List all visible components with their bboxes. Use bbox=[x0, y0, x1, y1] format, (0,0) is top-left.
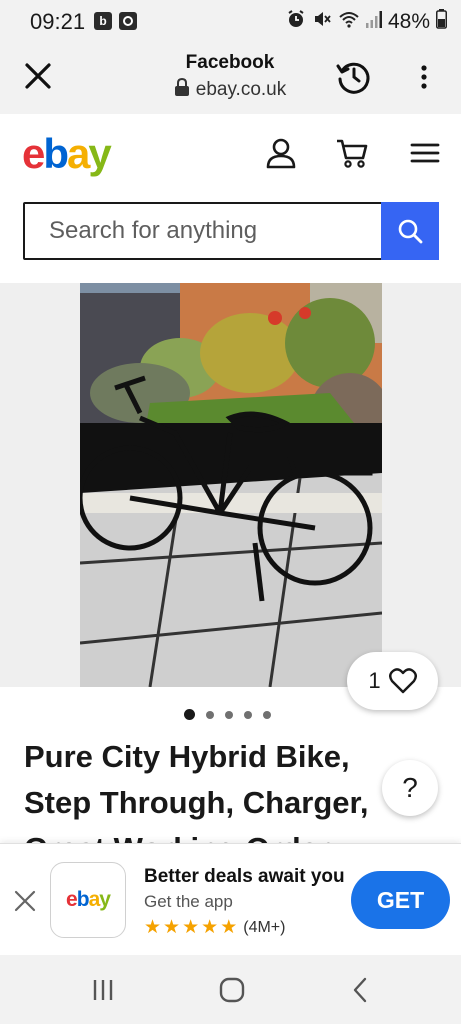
notification-b-icon: b bbox=[94, 12, 112, 30]
logo-letter-b: b bbox=[43, 130, 69, 177]
banner-close-button[interactable] bbox=[14, 890, 36, 912]
account-button[interactable] bbox=[264, 136, 298, 170]
site-header: ebay bbox=[0, 114, 461, 194]
app-logo-letter-y: y bbox=[99, 888, 111, 911]
status-time: 09:21 bbox=[30, 9, 86, 34]
banner-subtitle: Get the app bbox=[144, 892, 233, 911]
app-logo-letter-e: e bbox=[66, 888, 78, 911]
watch-count: 1 bbox=[368, 668, 381, 693]
browser-menu-button[interactable] bbox=[412, 62, 436, 92]
battery-percentage: 48% bbox=[387, 9, 430, 33]
cart-button[interactable] bbox=[335, 136, 369, 170]
battery-icon bbox=[436, 9, 447, 34]
alarm-icon bbox=[286, 9, 306, 34]
more-vertical-icon bbox=[421, 65, 427, 89]
history-button[interactable] bbox=[335, 58, 373, 96]
gallery-dot[interactable] bbox=[206, 710, 214, 719]
signal-icon bbox=[365, 10, 382, 33]
notification-camera-icon bbox=[119, 12, 137, 30]
browser-domain: ebay.co.uk bbox=[195, 78, 287, 100]
star-icon: ★ bbox=[144, 917, 162, 938]
star-icon: ★ bbox=[220, 917, 238, 938]
app-icon: ebay bbox=[50, 862, 126, 938]
search-button[interactable] bbox=[381, 202, 439, 260]
app-install-banner: ebay Better deals await you Get the app … bbox=[0, 843, 461, 955]
item-photo[interactable] bbox=[80, 283, 382, 687]
star-icon: ★ bbox=[201, 917, 219, 938]
item-title-line: Step Through, Charger, bbox=[24, 785, 369, 820]
system-navigation-bar bbox=[0, 955, 461, 1024]
logo-letter-e: e bbox=[22, 130, 45, 177]
star-icon: ★ bbox=[182, 917, 200, 938]
browser-toolbar: Facebook ebay.co.uk bbox=[0, 44, 461, 114]
search-input[interactable] bbox=[25, 204, 381, 258]
lock-icon bbox=[174, 77, 190, 102]
close-tab-button[interactable] bbox=[22, 60, 54, 92]
gallery-dot[interactable] bbox=[263, 710, 271, 719]
close-icon bbox=[25, 63, 51, 89]
cart-icon bbox=[337, 139, 368, 168]
logo-letter-a: a bbox=[67, 130, 90, 177]
recent-apps-button[interactable] bbox=[88, 975, 118, 1005]
search-bar bbox=[23, 202, 439, 260]
item-title-line: Pure City Hybrid Bike, bbox=[24, 739, 350, 774]
banner-headline: Better deals await you bbox=[144, 866, 345, 887]
hamburger-menu-icon bbox=[410, 143, 440, 163]
gallery-dot[interactable] bbox=[184, 709, 195, 720]
home-button[interactable] bbox=[217, 975, 247, 1005]
wifi-icon bbox=[338, 9, 360, 34]
image-gallery[interactable] bbox=[0, 283, 461, 687]
home-icon bbox=[219, 977, 245, 1003]
logo-letter-y: y bbox=[88, 130, 111, 177]
app-logo-letter-a: a bbox=[88, 888, 101, 911]
browser-title-area[interactable]: Facebook ebay.co.uk bbox=[130, 52, 330, 102]
menu-button[interactable] bbox=[408, 136, 442, 170]
ebay-logo[interactable]: ebay bbox=[22, 130, 112, 178]
gallery-pagination bbox=[184, 709, 271, 720]
mute-icon bbox=[312, 9, 332, 34]
back-button[interactable] bbox=[346, 975, 376, 1005]
get-app-button[interactable]: GET bbox=[351, 871, 450, 929]
user-icon bbox=[266, 138, 296, 169]
rating-count: (4M+) bbox=[243, 918, 286, 936]
status-bar: 09:21 b 48% bbox=[0, 0, 461, 44]
browser-page-title: Facebook bbox=[185, 52, 275, 73]
gallery-dot[interactable] bbox=[225, 710, 233, 719]
search-icon bbox=[398, 219, 423, 244]
help-button[interactable]: ? bbox=[382, 760, 438, 816]
history-icon bbox=[336, 62, 370, 94]
star-icon: ★ bbox=[163, 917, 181, 938]
close-icon bbox=[14, 890, 36, 912]
recent-apps-icon bbox=[93, 980, 113, 1000]
heart-icon bbox=[388, 668, 417, 694]
gallery-dot[interactable] bbox=[244, 710, 252, 719]
app-logo-letter-b: b bbox=[76, 888, 90, 911]
back-chevron-icon bbox=[353, 977, 367, 1003]
bike-photo-illustration bbox=[80, 283, 382, 687]
app-rating: ★ ★ ★ ★ ★ (4M+) bbox=[144, 918, 285, 937]
watchlist-button[interactable]: 1 bbox=[347, 652, 438, 710]
app-logo: ebay bbox=[66, 888, 111, 912]
